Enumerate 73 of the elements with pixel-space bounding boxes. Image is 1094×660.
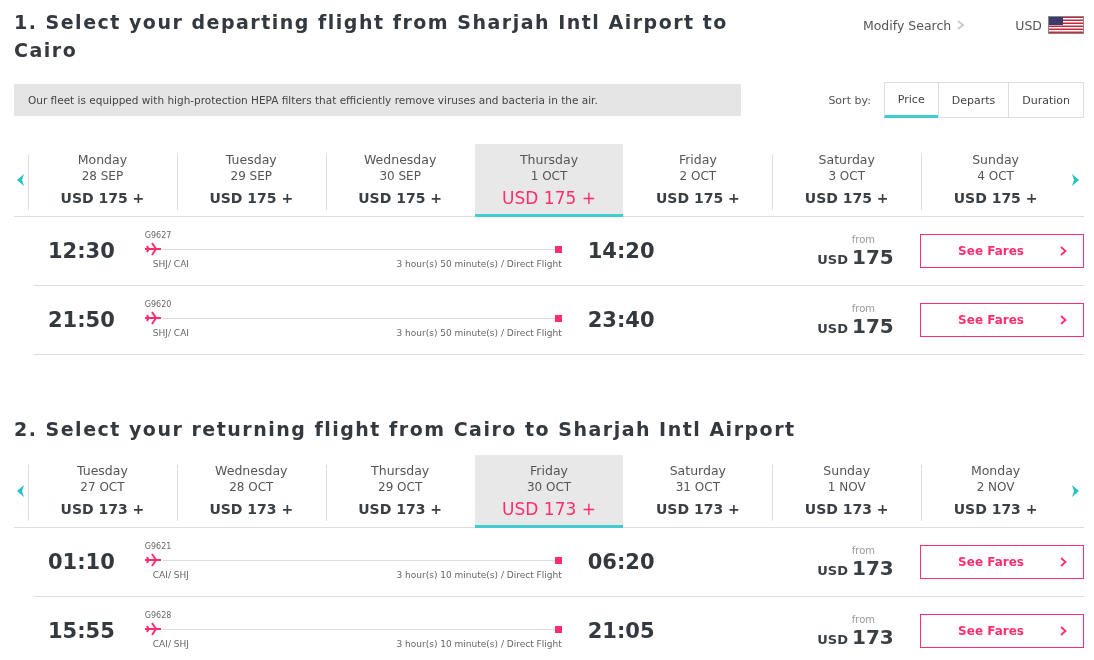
date-tab[interactable]: Sunday 1 NOV USD 173 + [772, 455, 922, 527]
arrival-marker-icon [554, 625, 562, 633]
from-label: from [850, 544, 876, 556]
notice-banner: Our fleet is equipped with high-protection HEPA filters that efficiently remove viruses and bacteria in the air. [14, 84, 741, 116]
arrival-time: 06:20 [586, 550, 656, 574]
sort-tab[interactable]: Duration [1008, 82, 1084, 118]
airplane-icon [144, 553, 163, 567]
chevron-right-icon [1060, 557, 1067, 567]
date-tab[interactable]: Monday 2 NOV USD 173 + [921, 455, 1070, 527]
section-title: 2. Select your returning flight from Cairo to Sharjah Intl Airport [14, 417, 797, 442]
chevron-right-icon [1060, 315, 1067, 325]
departure-time: 21:50 [47, 308, 116, 332]
duration-text: 3 hour(s) 10 minute(s) / Direct Flight [396, 569, 562, 582]
arrival-marker-icon [554, 314, 562, 322]
date-tab[interactable]: Monday 28 SEP USD 175 + [28, 144, 177, 216]
see-fares-button[interactable]: See Fares [919, 614, 1084, 648]
flight-number: G9620 [144, 300, 173, 310]
date-tab[interactable]: Tuesday 29 SEP USD 175 + [176, 144, 326, 216]
date-tab[interactable]: Saturday 31 OCT USD 173 + [623, 455, 773, 527]
from-label: from [850, 613, 876, 625]
currency-label: USD [817, 320, 848, 336]
flight-number: G9628 [144, 611, 173, 621]
date-tab[interactable]: Friday 30 OCT USD 173 + [474, 455, 624, 528]
duration-text: 3 hour(s) 50 minute(s) / Direct Flight [396, 258, 562, 271]
date-tab[interactable]: Thursday 29 OCT USD 173 + [325, 455, 475, 527]
arrival-marker-icon [554, 245, 562, 253]
departure-time: 01:10 [47, 550, 116, 574]
currency-label: USD [817, 251, 848, 267]
chevron-right-icon [1060, 246, 1067, 256]
from-label: from [850, 302, 876, 314]
arrival-marker-icon [554, 556, 562, 564]
route-text: CAI/ SHJ [152, 569, 189, 582]
flight-number: G9627 [144, 231, 173, 241]
from-label: from [850, 233, 876, 245]
date-tab[interactable]: Wednesday 28 OCT USD 173 + [176, 455, 326, 527]
modify-search-link[interactable]: Modify Search [862, 17, 966, 33]
currency-label: USD [817, 631, 848, 647]
currency-selector[interactable]: USD [1015, 17, 1042, 33]
sort-tab[interactable]: Price [883, 82, 939, 118]
date-tab[interactable]: Thursday 1 OCT USD 175 + [474, 144, 624, 217]
duration-text: 3 hour(s) 10 minute(s) / Direct Flight [396, 638, 562, 651]
date-tab[interactable]: Wednesday 30 SEP USD 175 + [325, 144, 475, 216]
route-text: SHJ/ CAI [152, 327, 189, 340]
flight-number: G9621 [144, 542, 173, 552]
route-text: SHJ/ CAI [152, 258, 189, 271]
chevron-right-icon [957, 20, 966, 30]
flag-icon [1048, 16, 1084, 34]
airplane-icon [144, 622, 163, 636]
fare-price: 173 [851, 624, 894, 649]
arrival-time: 21:05 [586, 619, 656, 643]
see-fares-button[interactable]: See Fares [919, 234, 1084, 268]
date-tab[interactable]: Friday 2 OCT USD 175 + [623, 144, 773, 216]
section-title: 1. Select your departing flight from Sharjah Intl Airport to Cairo [14, 10, 729, 63]
duration-text: 3 hour(s) 50 minute(s) / Direct Flight [396, 327, 562, 340]
airplane-icon [144, 311, 163, 325]
airplane-icon [144, 242, 163, 256]
see-fares-button[interactable]: See Fares [919, 545, 1084, 579]
departure-time: 15:55 [47, 619, 116, 643]
fare-price: 173 [851, 555, 894, 580]
fare-price: 175 [851, 313, 894, 338]
arrival-time: 23:40 [586, 308, 656, 332]
departure-time: 12:30 [47, 239, 116, 263]
fare-price: 175 [851, 244, 894, 269]
see-fares-button[interactable]: See Fares [919, 303, 1084, 337]
currency-label: USD [817, 562, 848, 578]
date-tab[interactable]: Saturday 3 OCT USD 175 + [772, 144, 922, 216]
date-tab[interactable]: Tuesday 27 OCT USD 173 + [28, 455, 177, 527]
sort-tab[interactable]: Departs [937, 82, 1010, 118]
sort-label: Sort by: [828, 93, 871, 107]
chevron-right-icon [1060, 626, 1067, 636]
date-tab[interactable]: Sunday 4 OCT USD 175 + [921, 144, 1070, 216]
arrival-time: 14:20 [586, 239, 656, 263]
route-text: CAI/ SHJ [152, 638, 189, 651]
